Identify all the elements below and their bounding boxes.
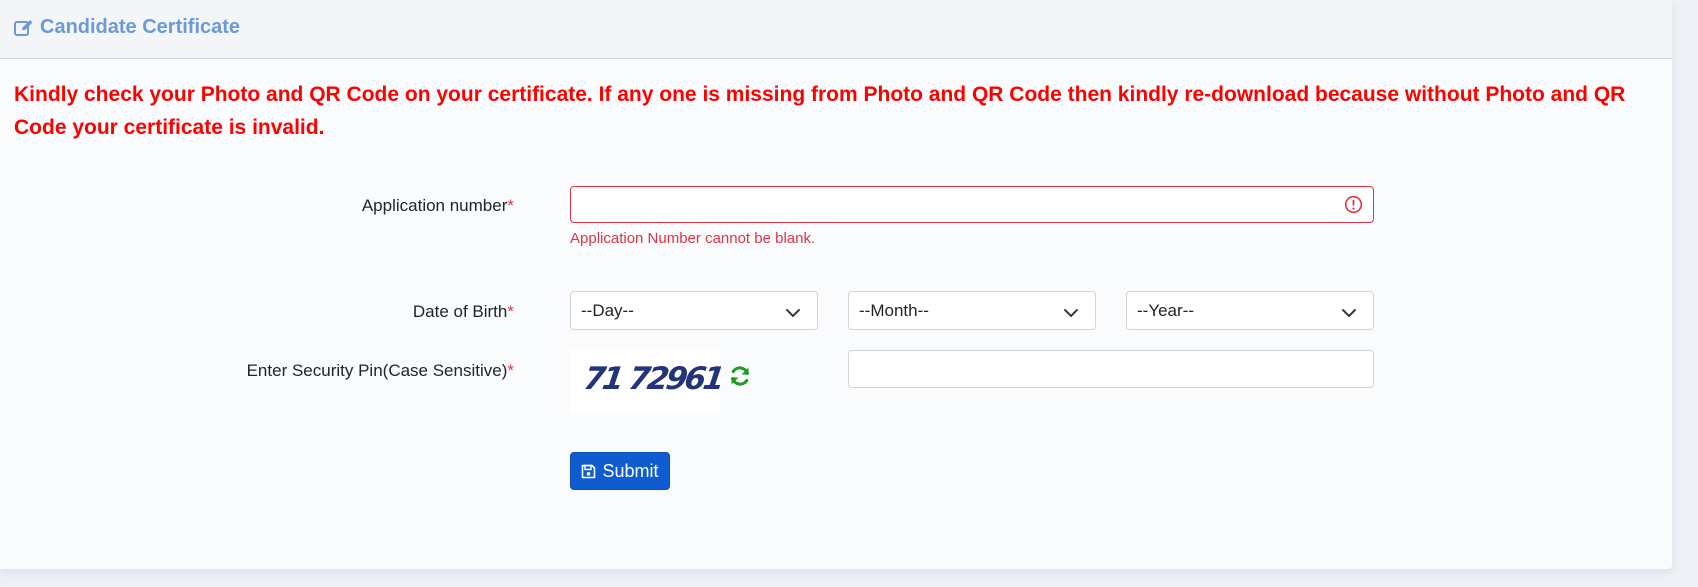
captcha-text: 71 72961 <box>581 361 725 397</box>
required-mark: * <box>507 196 514 215</box>
page-title-text: Candidate Certificate <box>40 16 241 38</box>
dob-month-value: --Month-- <box>859 301 929 320</box>
chevron-down-icon <box>1063 304 1079 324</box>
application-number-input[interactable] <box>570 186 1374 223</box>
error-alert-icon <box>1344 195 1363 219</box>
edit-icon <box>14 19 34 37</box>
save-icon <box>581 464 596 479</box>
chevron-down-icon <box>785 304 801 324</box>
required-mark: * <box>507 361 514 380</box>
page-title: Candidate Certificate <box>14 16 240 39</box>
security-pin-input[interactable] <box>848 350 1374 388</box>
application-number-label: Application number* <box>361 196 514 215</box>
submit-button-label: Submit <box>602 460 659 481</box>
dob-year-value: --Year-- <box>1137 301 1194 320</box>
security-pin-label: Enter Security Pin(Case Sensitive)* <box>246 361 514 380</box>
date-of-birth-label: Date of Birth* <box>412 302 514 321</box>
dob-day-select[interactable]: --Day-- <box>570 291 818 330</box>
refresh-captcha-icon[interactable] <box>728 364 752 393</box>
certificate-warning-notice: Kindly check your Photo and QR Code on y… <box>14 83 1626 139</box>
required-mark: * <box>507 302 514 321</box>
captcha-image: 71 72961 <box>570 349 724 413</box>
certificate-card: Candidate Certificate Kindly check your … <box>0 0 1672 569</box>
dob-year-select[interactable]: --Year-- <box>1126 291 1374 330</box>
card-header: Candidate Certificate <box>0 0 1672 59</box>
dob-month-select[interactable]: --Month-- <box>848 291 1096 330</box>
chevron-down-icon <box>1341 304 1357 324</box>
dob-day-value: --Day-- <box>581 301 634 320</box>
application-number-error: Application Number cannot be blank. <box>570 230 816 247</box>
submit-button[interactable]: Submit <box>570 452 670 490</box>
